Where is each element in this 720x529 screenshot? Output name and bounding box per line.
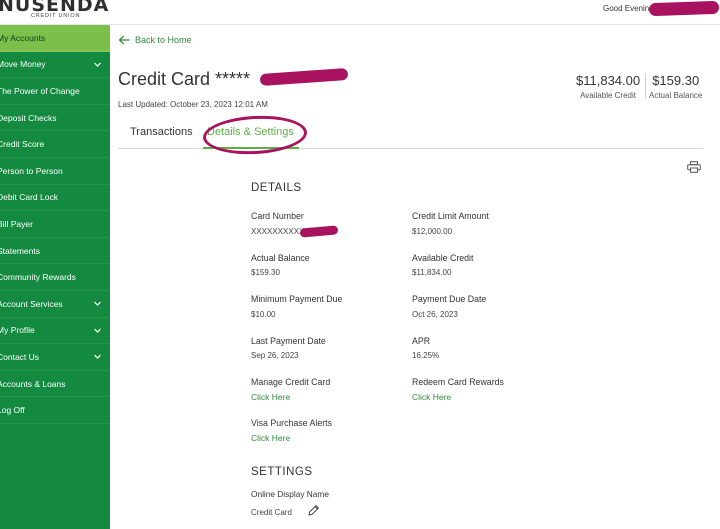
top-header: NUSENDA CREDIT UNION Good Evening bbox=[0, 0, 720, 25]
last-updated-text: Last Updated: October 23, 2023 12:01 AM bbox=[118, 100, 268, 109]
sidebar-item-label: Deposit Checks bbox=[0, 112, 57, 123]
account-tabs: Transactions Details & Settings bbox=[118, 113, 703, 157]
card-number-label: Card Number bbox=[251, 211, 304, 221]
visa-alerts-link[interactable]: Click Here bbox=[251, 433, 290, 443]
sidebar-item-my-profile[interactable]: My Profile bbox=[0, 318, 110, 345]
details-heading: DETAILS bbox=[251, 182, 302, 194]
sidebar-item-label: Bill Payer bbox=[0, 218, 33, 229]
main-content: Back to Home Credit Card ***** Last Upda… bbox=[110, 25, 720, 529]
available-credit-summary: $11,834.00 Available Credit bbox=[576, 73, 640, 100]
redaction-mark-username bbox=[648, 0, 720, 17]
payment-due-date-value: Oct 26, 2023 bbox=[412, 310, 458, 319]
page-title-text: Credit Card ***** bbox=[118, 69, 251, 89]
credit-limit-value: $12,000.00 bbox=[412, 227, 453, 236]
credit-limit-label: Credit Limit Amount bbox=[412, 211, 489, 221]
back-to-home-label: Back to Home bbox=[135, 35, 192, 45]
min-payment-value: $10.00 bbox=[251, 310, 276, 319]
balance-divider bbox=[645, 73, 646, 99]
actual-balance-caption: Actual Balance bbox=[649, 91, 703, 100]
actual-balance-amount: $159.30 bbox=[652, 73, 700, 88]
manage-card-link[interactable]: Click Here bbox=[251, 392, 290, 402]
actual-balance-summary: $159.30 Actual Balance bbox=[649, 73, 702, 100]
sidebar-item-label: Accounts & Loans bbox=[0, 378, 66, 389]
redeem-rewards-link[interactable]: Click Here bbox=[412, 392, 451, 402]
sidebar-item-label: Community Rewards bbox=[0, 272, 76, 283]
sidebar-item-deposit-checks[interactable]: Deposit Checks bbox=[0, 105, 110, 132]
available-credit-value: $11,834.00 bbox=[412, 268, 452, 277]
page-title: Credit Card ***** bbox=[118, 69, 250, 90]
chevron-down-icon bbox=[94, 301, 101, 306]
sidebar-item-log-off[interactable]: Log Off bbox=[0, 397, 110, 424]
redaction-mark-account-number bbox=[259, 67, 349, 87]
sidebar-item-person-to-person[interactable]: Person to Person bbox=[0, 158, 110, 185]
tab-transactions[interactable]: Transactions bbox=[130, 126, 193, 138]
sidebar-item-label: The Power of Change bbox=[0, 85, 80, 96]
available-credit-label: Available Credit bbox=[412, 253, 474, 263]
actual-balance-value: $159.30 bbox=[251, 268, 280, 277]
sidebar-item-bill-payer[interactable]: Bill Payer bbox=[0, 211, 110, 238]
sidebar-item-label: Statements bbox=[0, 245, 40, 256]
redaction-mark-card-number bbox=[299, 225, 339, 238]
annotation-circle bbox=[202, 113, 308, 157]
sidebar-item-statements[interactable]: Statements bbox=[0, 238, 110, 265]
sidebar-item-move-money[interactable]: Move Money bbox=[0, 52, 110, 79]
sidebar-nav: My Accounts Move Money The Power of Change… bbox=[0, 25, 110, 529]
sidebar-item-label: Person to Person bbox=[0, 165, 63, 176]
actual-balance-label: Actual Balance bbox=[251, 253, 310, 263]
redeem-rewards-label: Redeem Card Rewards bbox=[412, 377, 504, 387]
sidebar-item-credit-score[interactable]: Credit Score bbox=[0, 131, 110, 158]
apr-value: 16.25% bbox=[412, 351, 440, 360]
sidebar-item-label: Contact Us bbox=[0, 351, 40, 362]
available-credit-amount: $11,834.00 bbox=[576, 73, 641, 88]
edit-pencil-icon[interactable] bbox=[307, 504, 320, 517]
sidebar-item-my-accounts[interactable]: My Accounts bbox=[0, 25, 110, 52]
brand-subtitle: CREDIT UNION bbox=[31, 13, 81, 19]
sidebar-item-label: My Profile bbox=[0, 325, 35, 336]
payment-due-date-label: Payment Due Date bbox=[412, 294, 487, 304]
chevron-down-icon bbox=[94, 328, 101, 333]
last-payment-date-label: Last Payment Date bbox=[251, 336, 326, 346]
display-name-value: Credit Card bbox=[251, 508, 292, 517]
arrow-left-icon bbox=[118, 35, 130, 45]
sidebar-item-label: Account Services bbox=[0, 298, 63, 309]
sidebar-item-the-power-of-change[interactable]: The Power of Change bbox=[0, 78, 110, 105]
settings-heading: SETTINGS bbox=[251, 466, 313, 478]
display-name-label: Online Display Name bbox=[251, 489, 329, 499]
sidebar-item-label: My Accounts bbox=[0, 32, 46, 43]
sidebar-item-label: Move Money bbox=[0, 59, 46, 70]
chevron-down-icon bbox=[94, 354, 101, 359]
back-to-home-link[interactable]: Back to Home bbox=[118, 35, 192, 45]
printer-icon[interactable] bbox=[687, 161, 701, 173]
manage-card-label: Manage Credit Card bbox=[251, 377, 331, 387]
sidebar-item-account-services[interactable]: Account Services bbox=[0, 291, 110, 318]
sidebar-item-contact-us[interactable]: Contact Us bbox=[0, 344, 110, 371]
sidebar-item-label: Debit Card Lock bbox=[0, 192, 58, 203]
greeting-text: Good Evening bbox=[603, 4, 654, 13]
visa-alerts-label: Visa Purchase Alerts bbox=[251, 418, 333, 428]
last-payment-date-value: Sep 26, 2023 bbox=[251, 351, 299, 360]
available-credit-caption: Available Credit bbox=[580, 91, 636, 100]
apr-label: APR bbox=[412, 336, 431, 346]
sidebar-item-debit-card-lock[interactable]: Debit Card Lock bbox=[0, 185, 110, 212]
sidebar-item-label: Credit Score bbox=[0, 139, 45, 150]
sidebar-item-community-rewards[interactable]: Community Rewards bbox=[0, 264, 110, 291]
min-payment-label: Minimum Payment Due bbox=[251, 294, 343, 304]
sidebar-item-label: Log Off bbox=[0, 405, 25, 416]
sidebar-item-accounts-loans[interactable]: Accounts & Loans bbox=[0, 371, 110, 398]
chevron-down-icon bbox=[94, 62, 101, 67]
card-number-value: XXXXXXXXXX bbox=[251, 227, 305, 236]
